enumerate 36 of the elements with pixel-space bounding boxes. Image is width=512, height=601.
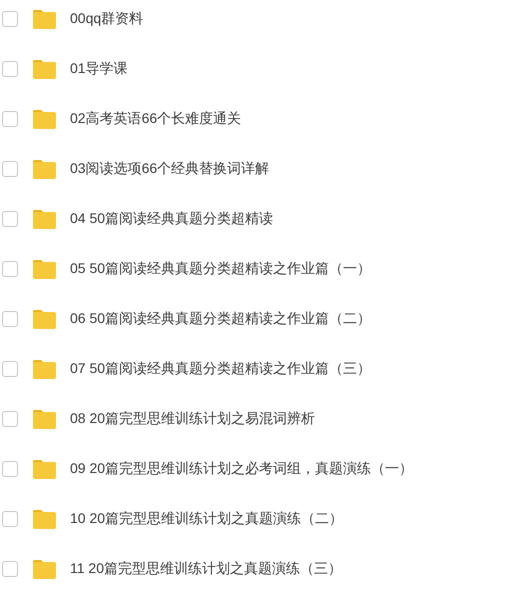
folder-name[interactable]: 01导学课 <box>70 60 128 78</box>
folder-icon <box>32 458 57 480</box>
checkbox[interactable] <box>2 111 18 127</box>
folder-name[interactable]: 06 50篇阅读经典真题分类超精读之作业篇（二） <box>70 310 372 328</box>
folder-icon <box>32 8 57 30</box>
folder-name[interactable]: 03阅读选项66个经典替换词详解 <box>70 160 270 178</box>
folder-name[interactable]: 08 20篇完型思维训练计划之易混词辨析 <box>70 410 316 428</box>
checkbox[interactable] <box>2 311 18 327</box>
checkbox[interactable] <box>2 61 18 77</box>
folder-name[interactable]: 00qq群资料 <box>70 10 144 28</box>
folder-icon <box>32 358 57 380</box>
folder-name[interactable]: 02高考英语66个长难度通关 <box>70 110 242 128</box>
checkbox[interactable] <box>2 211 18 227</box>
folder-icon <box>32 158 57 180</box>
checkbox[interactable] <box>2 461 18 477</box>
folder-icon <box>32 558 57 580</box>
folder-icon <box>32 408 57 430</box>
folder-name[interactable]: 09 20篇完型思维训练计划之必考词组，真题演练（一） <box>70 460 414 478</box>
checkbox[interactable] <box>2 261 18 277</box>
checkbox[interactable] <box>2 11 18 27</box>
folder-icon <box>32 508 57 530</box>
folder-icon <box>32 258 57 280</box>
folder-name[interactable]: 04 50篇阅读经典真题分类超精读 <box>70 210 274 228</box>
folder-name[interactable]: 11 20篇完型思维训练计划之真题演练（三） <box>70 560 342 578</box>
checkbox[interactable] <box>2 561 18 577</box>
folder-name[interactable]: 10 20篇完型思维训练计划之真题演练（二） <box>70 510 344 528</box>
checkbox[interactable] <box>2 361 18 377</box>
checkbox[interactable] <box>2 511 18 527</box>
folder-name[interactable]: 05 50篇阅读经典真题分类超精读之作业篇（一） <box>70 260 372 278</box>
folder-icon <box>32 208 57 230</box>
folder-icon <box>32 308 57 330</box>
checkbox[interactable] <box>2 161 18 177</box>
folder-icon <box>32 108 57 130</box>
folder-icon <box>32 58 57 80</box>
checkbox[interactable] <box>2 411 18 427</box>
folder-name[interactable]: 07 50篇阅读经典真题分类超精读之作业篇（三） <box>70 360 372 378</box>
